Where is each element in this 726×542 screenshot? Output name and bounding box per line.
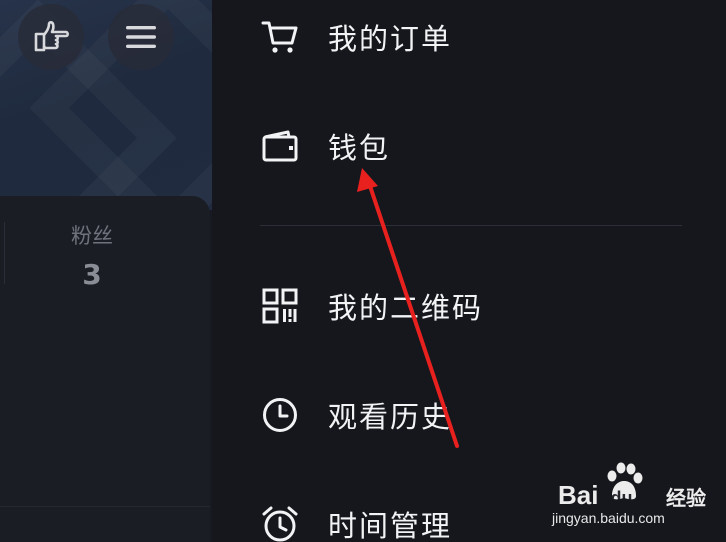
menu-item-label: 我的订单 bbox=[328, 22, 453, 56]
menu-item-my-qr-code[interactable]: 我的二维码 bbox=[260, 276, 483, 336]
side-drawer-menu: 我的订单 钱包 我的二维码 观看历史 时间管理 bbox=[212, 0, 726, 542]
menu-item-my-orders[interactable]: 我的订单 bbox=[260, 7, 452, 67]
menu-item-watch-history[interactable]: 观看历史 bbox=[260, 385, 452, 445]
profile-panel: 粉丝 3 bbox=[0, 0, 212, 542]
alarm-clock-icon bbox=[260, 504, 300, 542]
menu-item-wallet[interactable]: 钱包 bbox=[260, 116, 390, 176]
menu-item-time-management[interactable]: 时间管理 bbox=[260, 494, 452, 542]
watermark-url: jingyan.baidu.com bbox=[552, 510, 665, 526]
menu-divider bbox=[260, 225, 682, 226]
hamburger-menu-icon bbox=[126, 26, 156, 48]
baidu-jingyan-watermark: Bai du 经验 jingyan.baidu.com bbox=[548, 462, 718, 532]
clock-icon bbox=[260, 395, 300, 435]
watermark-product: 经验 bbox=[666, 486, 706, 510]
wallet-icon bbox=[260, 126, 300, 166]
qr-code-icon bbox=[260, 286, 300, 326]
watermark-brand: Bai du bbox=[558, 480, 633, 510]
fans-label: 粉丝 bbox=[71, 224, 113, 248]
poke-button[interactable] bbox=[18, 4, 84, 70]
divider bbox=[0, 506, 210, 507]
menu-item-label: 我的二维码 bbox=[328, 291, 484, 325]
menu-item-label: 观看历史 bbox=[328, 400, 453, 434]
fans-count[interactable]: 3 bbox=[0, 258, 184, 291]
menu-item-label: 时间管理 bbox=[328, 509, 453, 542]
pointing-hand-icon bbox=[34, 21, 69, 52]
screen: 粉丝 3 我的订单 钱包 我的二维码 观看历史 时间管理 Bai du 经验 j… bbox=[0, 0, 726, 542]
cart-icon bbox=[260, 17, 300, 57]
menu-item-label: 钱包 bbox=[328, 131, 391, 165]
menu-button[interactable] bbox=[108, 4, 174, 70]
